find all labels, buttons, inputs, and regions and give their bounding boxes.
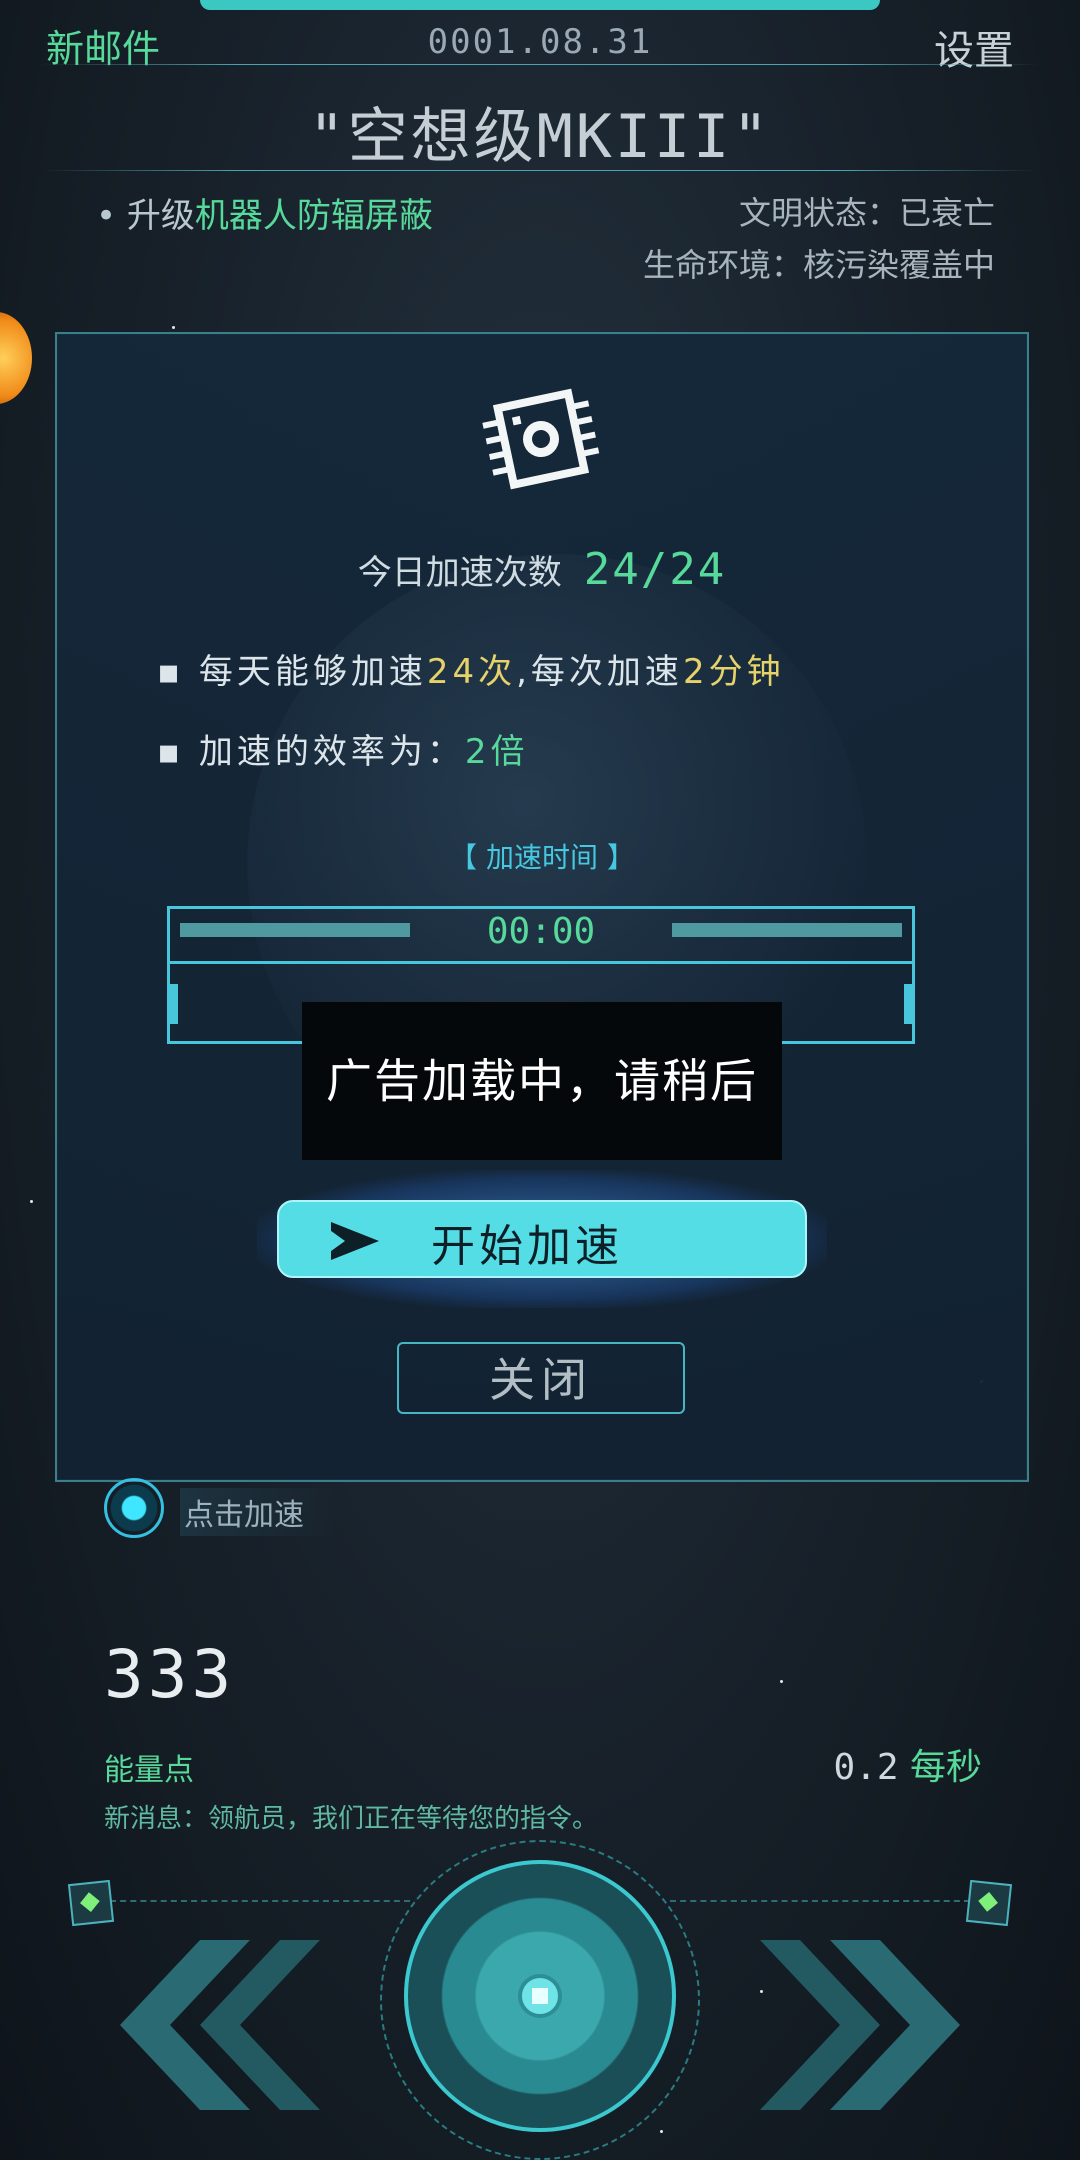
- nav-dash-line: [670, 1900, 970, 1902]
- settings-button[interactable]: 设置: [934, 18, 1014, 76]
- center-action-button[interactable]: [404, 1860, 676, 2132]
- title-divider: [40, 170, 1040, 171]
- double-right-arrow-icon[interactable]: [760, 1940, 980, 2110]
- game-date: 0001.08.31: [427, 22, 653, 62]
- civilization-status: 文明状态：已衰亡: [738, 194, 995, 232]
- timer-bar-right: [672, 923, 902, 937]
- nav-dash-line: [110, 1900, 410, 1902]
- center-core-button-icon: [518, 1974, 562, 2018]
- start-accel-label: 开始加速: [431, 1221, 623, 1272]
- upgrade-hint[interactable]: • 升级机器人防辐屏蔽: [96, 188, 433, 237]
- start-accel-button[interactable]: 开始加速: [257, 1170, 827, 1308]
- energy-rate-unit: 每秒: [909, 1747, 982, 1788]
- rule-highlight: 2分钟: [682, 652, 785, 692]
- tap-accelerate-label: 点击加速: [180, 1488, 334, 1536]
- chip-icon: [482, 388, 600, 490]
- upgrade-item: 机器人防辐屏蔽: [194, 196, 433, 236]
- upgrade-prefix: • 升级: [96, 196, 195, 236]
- timer-header: 00:00: [170, 909, 912, 964]
- start-accel-button-face[interactable]: 开始加速: [277, 1200, 807, 1278]
- timer-notch: [170, 984, 178, 1024]
- play-arrow-icon: [327, 1222, 379, 1260]
- top-accent-line: [200, 0, 880, 10]
- accel-time-label: 【 加速时间 】: [449, 841, 635, 874]
- timer-notch: [904, 984, 912, 1024]
- rule-highlight: 24次: [426, 652, 517, 692]
- energy-points-label: 能量点: [104, 1753, 194, 1788]
- double-left-arrow-icon[interactable]: [100, 1940, 320, 2110]
- tap-accelerate-button[interactable]: 点击加速: [104, 1478, 424, 1538]
- energy-points-value: 333: [104, 1636, 236, 1713]
- energy-rate-value: 0.2: [833, 1747, 899, 1788]
- rule-text: ,每次加速: [516, 652, 683, 692]
- left-diamond-icon: [67, 1879, 115, 1927]
- accel-count-label: 今日加速次数: [357, 553, 562, 593]
- rule-highlight: 2倍: [464, 732, 529, 772]
- accel-count-value: 24/24: [583, 544, 727, 595]
- accel-count-row: 今日加速次数 24/24: [57, 544, 1027, 595]
- accelerate-ring-icon: [104, 1478, 164, 1538]
- accel-rule-efficiency: ▪ 加速的效率为：2倍: [157, 724, 529, 773]
- rule-text: ▪ 加速的效率为：: [157, 732, 465, 772]
- energy-rate: 0.2 每秒: [834, 1738, 983, 1790]
- accelerate-dialog: 今日加速次数 24/24 ▪ 每天能够加速24次,每次加速2分钟 ▪ 加速的效率为…: [55, 332, 1029, 1482]
- ship-title: "空想级MKIII": [308, 102, 772, 172]
- ad-loading-toast: 广告加载中，请稍后: [302, 1002, 782, 1160]
- rule-text: ▪ 每天能够加速: [157, 652, 427, 692]
- sun-planet: [0, 312, 32, 404]
- bottom-navigation: [0, 1840, 1080, 2160]
- header-divider: [40, 64, 1040, 65]
- right-diamond-icon: [965, 1879, 1013, 1927]
- life-environment-status: 生命环境：核污染覆盖中: [642, 246, 995, 284]
- close-button[interactable]: 关闭: [397, 1342, 685, 1414]
- accel-rule-daily: ▪ 每天能够加速24次,每次加速2分钟: [157, 644, 785, 693]
- new-message-text: 新消息：领航员，我们正在等待您的指令。: [104, 1804, 599, 1834]
